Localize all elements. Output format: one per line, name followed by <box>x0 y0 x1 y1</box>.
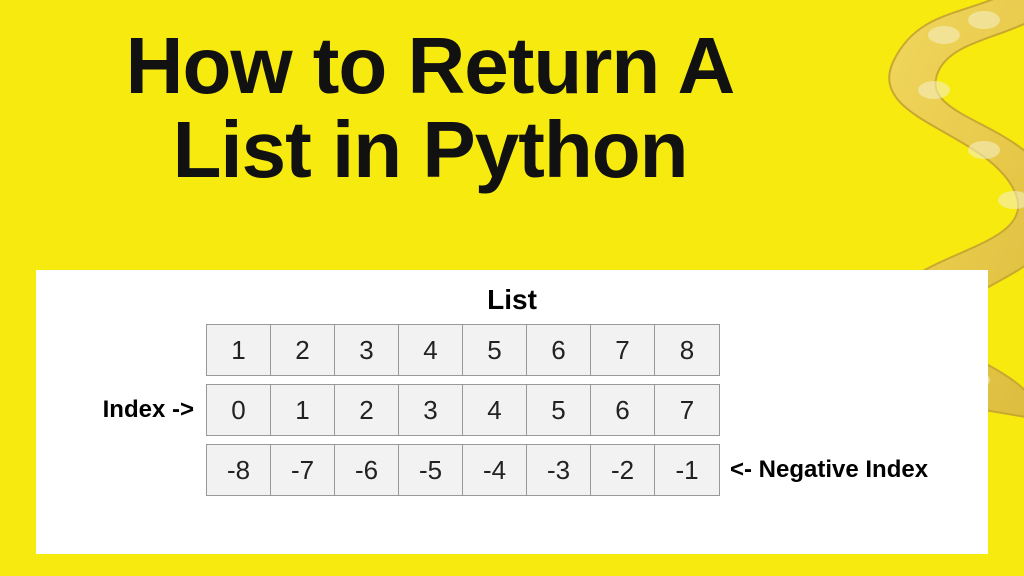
index-label: Index -> <box>56 396 206 424</box>
cell: 4 <box>399 325 463 375</box>
cell: -2 <box>591 445 655 495</box>
cell: 5 <box>527 385 591 435</box>
cell: 4 <box>463 385 527 435</box>
list-heading: List <box>56 284 968 316</box>
cell: 7 <box>655 385 719 435</box>
cell: 7 <box>591 325 655 375</box>
values-row: 12345678 <box>56 324 968 376</box>
cell: 6 <box>591 385 655 435</box>
index-row: Index -> 01234567 <box>56 384 968 436</box>
cell: 8 <box>655 325 719 375</box>
cell: 1 <box>271 385 335 435</box>
negative-index-label: <- Negative Index <box>720 456 928 484</box>
index-cells: 01234567 <box>206 384 720 436</box>
diagram-panel: List 12345678 Index -> 01234567 -8-7-6-5… <box>36 270 988 554</box>
cell: 3 <box>335 325 399 375</box>
cell: 2 <box>335 385 399 435</box>
cell: 2 <box>271 325 335 375</box>
cell: -4 <box>463 445 527 495</box>
cell: 1 <box>207 325 271 375</box>
cell: -7 <box>271 445 335 495</box>
cell: 0 <box>207 385 271 435</box>
cell: -1 <box>655 445 719 495</box>
cell: 3 <box>399 385 463 435</box>
cell: -6 <box>335 445 399 495</box>
cell: 6 <box>527 325 591 375</box>
cell: -5 <box>399 445 463 495</box>
negative-cells: -8-7-6-5-4-3-2-1 <box>206 444 720 496</box>
page-title: How to Return A List in Python <box>70 24 790 192</box>
cell: -8 <box>207 445 271 495</box>
negative-index-row: -8-7-6-5-4-3-2-1 <- Negative Index <box>56 444 968 496</box>
cell: -3 <box>527 445 591 495</box>
cell: 5 <box>463 325 527 375</box>
values-cells: 12345678 <box>206 324 720 376</box>
